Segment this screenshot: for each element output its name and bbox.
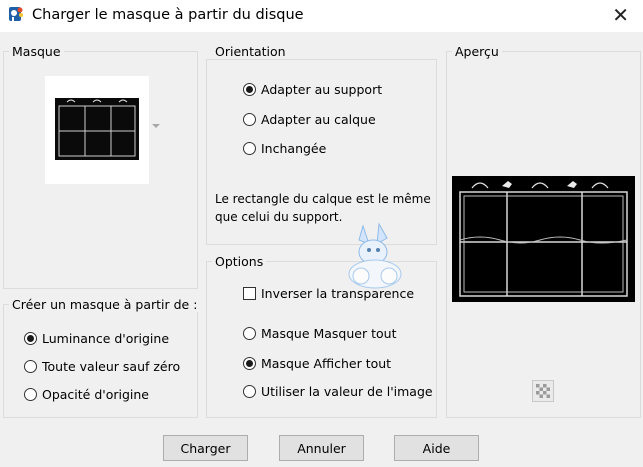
window-title: Charger le masque à partir du disque [32, 7, 304, 23]
radio-button-icon[interactable] [243, 385, 256, 398]
help-button[interactable]: Aide [394, 435, 479, 461]
radio-inchangee[interactable]: Inchangée [243, 141, 326, 156]
radio-label: Adapter au support [261, 82, 383, 97]
radio-adapter-support[interactable]: Adapter au support [243, 82, 382, 97]
mask-thumbnail[interactable] [45, 76, 149, 184]
creer-masque-group-label: Créer un masque à partir de : [9, 297, 201, 312]
orientation-description: Le rectangle du calque est le même que c… [215, 192, 431, 224]
radio-utiliser-valeur-image[interactable]: Utiliser la valeur de l'image [243, 384, 433, 399]
radio-label: Toute valeur sauf zéro [42, 359, 181, 374]
cancel-button[interactable]: Annuler [279, 435, 364, 461]
radio-luminance-origine[interactable]: Luminance d'origine [24, 331, 169, 346]
radio-button-icon[interactable] [243, 83, 256, 96]
radio-adapter-calque[interactable]: Adapter au calque [243, 112, 376, 127]
radio-button-icon[interactable] [243, 142, 256, 155]
app-icon [8, 6, 24, 24]
apercu-group-label: Aperçu [452, 44, 502, 59]
options-group-label: Options [212, 254, 267, 269]
mask-preview [452, 176, 635, 302]
radio-toute-valeur-sauf-zero[interactable]: Toute valeur sauf zéro [24, 359, 180, 374]
load-button[interactable]: Charger [163, 435, 248, 461]
close-icon[interactable]: ✕ [612, 3, 629, 27]
checkbox-icon[interactable] [243, 287, 256, 300]
radio-opacite-origine[interactable]: Opacité d'origine [24, 387, 149, 402]
radio-button-icon[interactable] [243, 113, 256, 126]
radio-button-icon[interactable] [243, 327, 256, 340]
radio-label: Inchangée [261, 141, 327, 156]
radio-button-icon[interactable] [24, 388, 37, 401]
radio-button-icon[interactable] [24, 360, 37, 373]
radio-label: Masque Masquer tout [261, 326, 397, 341]
radio-masque-masquer-tout[interactable]: Masque Masquer tout [243, 326, 396, 341]
radio-label: Masque Afficher tout [261, 356, 392, 371]
radio-label: Utiliser la valeur de l'image [261, 384, 433, 399]
title-bar: Charger le masque à partir du disque ✕ [0, 0, 643, 32]
transparency-checkerboard-icon[interactable] [532, 380, 554, 402]
checkbox-inverser-transparence[interactable]: Inverser la transparence [243, 286, 414, 301]
masque-group-label: Masque [9, 44, 64, 59]
chevron-down-icon[interactable] [152, 124, 160, 128]
orientation-group-label: Orientation [212, 44, 289, 59]
radio-label: Luminance d'origine [42, 331, 170, 346]
radio-button-icon[interactable] [24, 332, 37, 345]
radio-masque-afficher-tout[interactable]: Masque Afficher tout [243, 356, 391, 371]
radio-button-icon[interactable] [243, 357, 256, 370]
radio-label: Opacité d'origine [42, 387, 149, 402]
checkbox-label: Inverser la transparence [261, 286, 415, 301]
radio-label: Adapter au calque [261, 112, 376, 127]
